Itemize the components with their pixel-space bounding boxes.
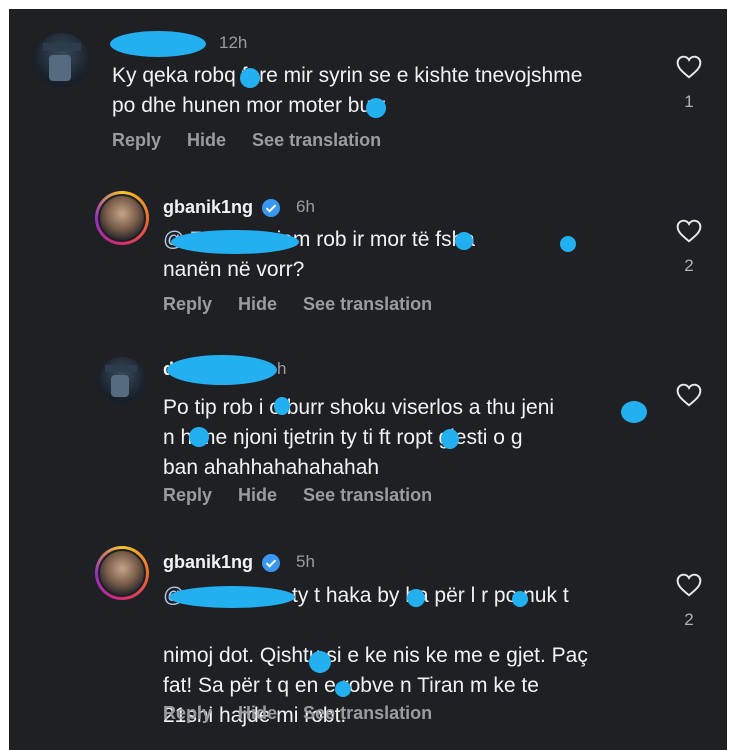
like-count: 2 xyxy=(684,256,694,275)
reply-button[interactable]: Reply xyxy=(163,703,212,723)
comment-actions: Reply Hide See translation xyxy=(163,485,458,506)
reply-button[interactable]: Reply xyxy=(112,130,161,150)
reply-button[interactable]: Reply xyxy=(163,485,212,505)
timestamp: 5h xyxy=(296,552,315,571)
heart-outline-icon[interactable] xyxy=(676,383,702,407)
see-translation-button[interactable]: See translation xyxy=(303,294,432,314)
reply-button[interactable]: Reply xyxy=(163,294,212,314)
username[interactable]: gbanik1ng xyxy=(163,552,253,573)
see-translation-button[interactable]: See translation xyxy=(303,485,432,505)
like-count: 1 xyxy=(684,92,694,111)
verified-badge-icon xyxy=(262,554,280,572)
comments-thread: 7 12h Ky qeka robq fare mir syrin se e k… xyxy=(9,9,727,750)
comment-text: Ky qeka robq fare mir syrin se e kishte … xyxy=(112,64,583,117)
avatar[interactable] xyxy=(35,33,89,87)
comment-actions: Reply Hide See translation xyxy=(163,703,458,724)
timestamp: h xyxy=(277,359,287,378)
hide-button[interactable]: Hide xyxy=(187,130,226,150)
heart-outline-icon[interactable] xyxy=(676,573,702,597)
hide-button[interactable]: Hide xyxy=(238,703,277,723)
see-translation-button[interactable]: See translation xyxy=(303,703,432,723)
avatar[interactable] xyxy=(95,191,149,245)
hide-button[interactable]: Hide xyxy=(238,485,277,505)
like-count: 2 xyxy=(684,610,694,629)
comment-actions: Reply Hide See translation xyxy=(112,130,407,151)
timestamp: 12h xyxy=(219,33,248,52)
heart-outline-icon[interactable] xyxy=(676,55,702,79)
heart-outline-icon[interactable] xyxy=(676,219,702,243)
comment-text: Po tip rob i o burr shoku viserlos a thu… xyxy=(163,396,555,479)
avatar[interactable] xyxy=(95,546,149,600)
verified-badge-icon xyxy=(262,199,280,217)
see-translation-button[interactable]: See translation xyxy=(252,130,381,150)
hide-button[interactable]: Hide xyxy=(238,294,277,314)
username[interactable]: gbanik1ng xyxy=(163,197,253,218)
avatar[interactable] xyxy=(99,357,145,403)
comment-actions: Reply Hide See translation xyxy=(163,294,458,315)
timestamp: 6h xyxy=(296,197,315,216)
